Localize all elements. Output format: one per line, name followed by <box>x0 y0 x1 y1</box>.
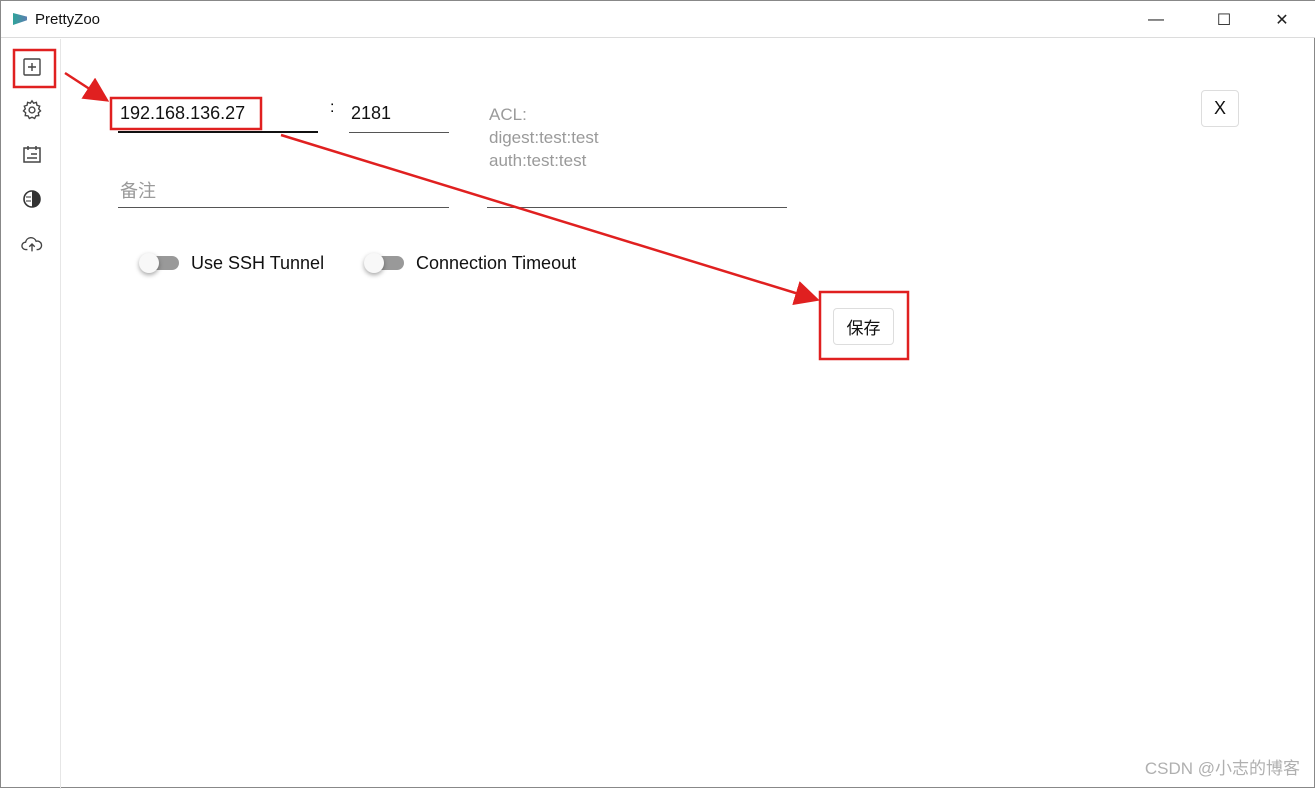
calendar-icon[interactable] <box>20 142 44 166</box>
sidebar <box>1 39 61 789</box>
ssh-tunnel-label: Use SSH Tunnel <box>191 253 325 273</box>
minimize-button[interactable]: — <box>1133 1 1179 38</box>
acl-textarea[interactable]: ACL: digest:test:test auth:test:test <box>487 103 787 208</box>
app-logo-icon <box>13 13 27 25</box>
watermark: CSDN @小志的博客 <box>1144 759 1300 778</box>
app-title: PrettyZoo <box>35 11 101 28</box>
plus-square-icon[interactable] <box>20 55 44 79</box>
toggle-knob <box>364 253 384 273</box>
contrast-icon[interactable] <box>20 187 44 211</box>
acl-placeholder-line: digest:test:test <box>489 128 599 147</box>
annotation-arrow <box>64 71 110 102</box>
connection-timeout-toggle[interactable] <box>364 253 404 273</box>
close-panel-button[interactable]: X <box>1201 90 1239 127</box>
title-bar: PrettyZoo — ☐ ✕ <box>1 1 1315 38</box>
remark-input[interactable]: 备注 <box>118 175 449 208</box>
host-input[interactable]: 192.168.136.27 <box>118 99 318 133</box>
save-button[interactable]: 保存 <box>833 308 894 345</box>
gear-icon[interactable] <box>20 98 44 122</box>
remark-placeholder: 备注 <box>120 181 156 201</box>
acl-placeholder-line: ACL: <box>489 105 527 124</box>
ssh-tunnel-toggle[interactable] <box>139 253 179 273</box>
cloud-upload-icon[interactable] <box>20 232 44 256</box>
acl-placeholder-line: auth:test:test <box>489 151 587 170</box>
connection-timeout-label: Connection Timeout <box>416 253 577 273</box>
port-value: 2181 <box>351 103 392 123</box>
toggle-knob <box>139 253 159 273</box>
port-input[interactable]: 2181 <box>349 99 449 133</box>
close-window-button[interactable]: ✕ <box>1259 1 1305 38</box>
host-value: 192.168.136.27 <box>120 103 246 123</box>
maximize-button[interactable]: ☐ <box>1201 1 1247 38</box>
host-port-separator: : <box>330 99 335 116</box>
